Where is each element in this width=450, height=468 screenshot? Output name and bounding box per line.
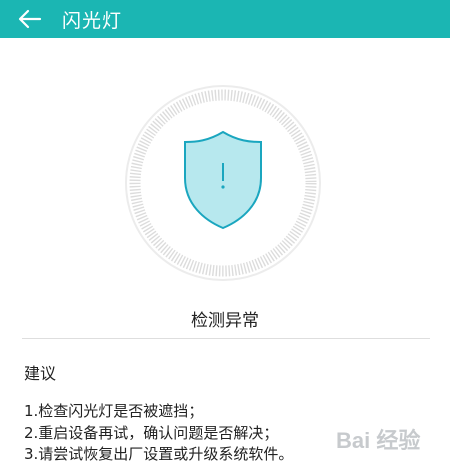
suggestion-item: 2.重启设备再试，确认问题是否解决； bbox=[24, 423, 279, 442]
status-text: 检测异常 bbox=[191, 311, 259, 331]
watermark-text: Bai 经验 bbox=[336, 428, 420, 453]
scan-indicator bbox=[124, 84, 322, 282]
suggestions-list: 1.检查闪光灯是否被遮挡； 2.重启设备再试，确认问题是否解决； 3.请尝试恢复… bbox=[24, 401, 293, 466]
suggestion-item: 3.请尝试恢复出厂设置或升级系统软件。 bbox=[24, 445, 294, 463]
suggestions-title: 建议 bbox=[24, 364, 57, 383]
back-arrow-icon bbox=[18, 9, 42, 29]
app-bar: 闪光灯 bbox=[0, 0, 450, 38]
divider bbox=[22, 338, 430, 339]
page-title: 闪光灯 bbox=[62, 9, 123, 32]
watermark: Bai 经验 bbox=[334, 418, 444, 462]
suggestion-item: 1.检查闪光灯是否被遮挡； bbox=[24, 402, 204, 420]
back-button[interactable] bbox=[12, 3, 48, 35]
